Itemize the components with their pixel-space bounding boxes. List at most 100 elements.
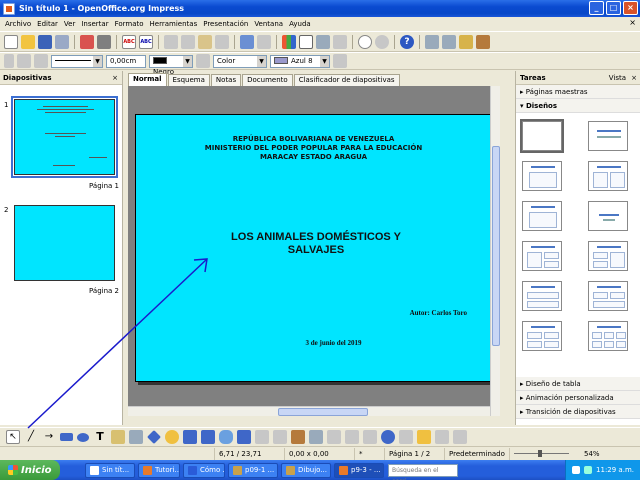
zoom-icon[interactable] bbox=[375, 34, 389, 49]
navigator-icon[interactable] bbox=[333, 34, 347, 49]
layout-six-objects[interactable] bbox=[588, 321, 628, 351]
basic-shapes-icon[interactable] bbox=[147, 430, 161, 444]
new-icon[interactable] bbox=[4, 34, 18, 49]
arrow-icon[interactable]: → bbox=[42, 430, 56, 444]
spellcheck-icon[interactable]: ABC bbox=[122, 34, 136, 49]
tab-documento[interactable]: Documento bbox=[242, 74, 293, 86]
slide-icon[interactable] bbox=[425, 34, 439, 49]
layout-title-object[interactable] bbox=[522, 201, 562, 231]
block-arrows-icon[interactable] bbox=[183, 430, 197, 444]
title-textbox[interactable]: LOS ANIMALES DOMÉSTICOS Y SALVAJES bbox=[226, 231, 406, 257]
layout-title-content[interactable] bbox=[522, 161, 562, 191]
menu-ver[interactable]: Ver bbox=[61, 20, 78, 28]
table-icon[interactable] bbox=[299, 34, 313, 49]
volume-icon[interactable] bbox=[584, 466, 593, 474]
effects-icon[interactable] bbox=[399, 430, 413, 444]
animation-icon[interactable] bbox=[453, 430, 467, 444]
email-icon[interactable] bbox=[55, 34, 69, 49]
open-icon[interactable] bbox=[21, 34, 35, 49]
menu-formato[interactable]: Formato bbox=[112, 20, 147, 28]
line-style-select[interactable]: ▼ bbox=[51, 54, 103, 68]
menu-herramientas[interactable]: Herramientas bbox=[147, 20, 201, 28]
layout-four-objects[interactable] bbox=[522, 321, 562, 351]
author-textbox[interactable]: Autor: Carlos Toro bbox=[410, 309, 467, 317]
styles-icon[interactable] bbox=[4, 54, 14, 68]
layout-title-two-columns[interactable] bbox=[588, 161, 628, 191]
chart-icon[interactable] bbox=[282, 34, 296, 49]
taskbar-item[interactable]: Sin tít... bbox=[85, 462, 135, 478]
callouts-icon[interactable] bbox=[219, 430, 233, 444]
vertical-scrollbar[interactable] bbox=[490, 86, 500, 416]
points-icon[interactable] bbox=[255, 430, 269, 444]
master-view-icon[interactable] bbox=[476, 34, 490, 49]
menu-editar[interactable]: Editar bbox=[34, 20, 61, 28]
horizontal-scrollbar[interactable] bbox=[128, 406, 490, 416]
stars-icon[interactable] bbox=[237, 430, 251, 444]
slide-design-icon[interactable] bbox=[442, 34, 456, 49]
taskbar-item[interactable]: Tutori... bbox=[138, 462, 180, 478]
minimize-button[interactable]: _ bbox=[589, 1, 604, 15]
close-button[interactable]: × bbox=[623, 1, 638, 15]
section-layouts[interactable]: ▾ Diseños bbox=[516, 99, 640, 113]
tab-clasificador[interactable]: Clasificador de diapositivas bbox=[293, 74, 400, 86]
select-icon[interactable]: ↖ bbox=[6, 430, 20, 444]
arrow-style-icon[interactable] bbox=[34, 54, 48, 68]
glue-points-icon[interactable] bbox=[435, 430, 449, 444]
flowchart-icon[interactable] bbox=[201, 430, 215, 444]
tab-esquema[interactable]: Esquema bbox=[167, 74, 210, 86]
zoom-level[interactable]: 54% bbox=[580, 448, 604, 460]
print-icon[interactable] bbox=[97, 34, 111, 49]
area-icon[interactable] bbox=[196, 54, 210, 68]
extrusion-icon[interactable] bbox=[381, 430, 395, 444]
ellipse-icon[interactable] bbox=[77, 432, 89, 442]
line-width-field[interactable]: 0,00cm bbox=[106, 54, 146, 68]
tab-notas[interactable]: Notas bbox=[210, 74, 242, 86]
taskbar-item[interactable]: Cómo ... bbox=[183, 462, 225, 478]
layout-title-content-below[interactable] bbox=[522, 281, 562, 311]
help-icon[interactable]: ? bbox=[400, 34, 414, 49]
symbol-shapes-icon[interactable] bbox=[165, 430, 179, 444]
menu-archivo[interactable]: Archivo bbox=[2, 20, 34, 28]
close-document-icon[interactable]: × bbox=[629, 18, 636, 27]
area-type-select[interactable]: Color ▼ bbox=[213, 54, 267, 68]
copy-icon[interactable] bbox=[181, 34, 195, 49]
arrange-icon[interactable] bbox=[363, 430, 377, 444]
redo-icon[interactable] bbox=[257, 34, 271, 49]
cut-icon[interactable] bbox=[164, 34, 178, 49]
export-pdf-icon[interactable] bbox=[80, 34, 94, 49]
format-paintbrush-icon[interactable] bbox=[215, 34, 229, 49]
gallery-icon[interactable] bbox=[309, 430, 323, 444]
line-icon[interactable]: ╱ bbox=[24, 430, 38, 444]
taskbar-item[interactable]: p09-1 ... bbox=[228, 462, 278, 478]
institution-textbox[interactable]: REPÚBLICA BOLIVARIANA DE VENEZUELA MINIS… bbox=[136, 135, 491, 162]
slide-canvas[interactable]: REPÚBLICA BOLIVARIANA DE VENEZUELA MINIS… bbox=[135, 114, 492, 382]
slide-show-icon[interactable] bbox=[459, 34, 473, 49]
menu-presentacion[interactable]: Presentación bbox=[200, 20, 251, 28]
slide-thumbnail-1[interactable] bbox=[11, 96, 118, 178]
view-menu[interactable]: Vista bbox=[609, 71, 626, 85]
zoom-slider[interactable] bbox=[510, 448, 580, 460]
undo-icon[interactable] bbox=[240, 34, 254, 49]
area-color-select[interactable]: Azul 8 ▼ bbox=[270, 54, 330, 68]
from-file-icon[interactable] bbox=[291, 430, 305, 444]
menu-ayuda[interactable]: Ayuda bbox=[286, 20, 314, 28]
alignment-icon[interactable] bbox=[345, 430, 359, 444]
start-button[interactable]: Inicio bbox=[0, 460, 60, 480]
autospellcheck-icon[interactable]: ABC bbox=[139, 34, 153, 49]
rotate-icon[interactable] bbox=[327, 430, 341, 444]
tab-normal[interactable]: Normal bbox=[128, 73, 167, 86]
draw-functions-icon[interactable] bbox=[358, 34, 372, 49]
scrollbar-thumb[interactable] bbox=[492, 146, 500, 346]
layout-title-split-bottom[interactable] bbox=[588, 281, 628, 311]
date-textbox[interactable]: 3 de junio del 2019 bbox=[156, 339, 511, 347]
layout-title-three-blocks[interactable] bbox=[522, 241, 562, 271]
close-panel-icon[interactable]: × bbox=[112, 71, 118, 85]
paste-icon[interactable] bbox=[198, 34, 212, 49]
line-icon[interactable] bbox=[17, 54, 31, 68]
desktop-search-input[interactable]: Búsqueda en el escri bbox=[388, 463, 458, 480]
menu-ventana[interactable]: Ventana bbox=[251, 20, 286, 28]
taskbar-item-active[interactable]: p9-3 - ... bbox=[334, 462, 384, 478]
section-custom-animation[interactable]: ▸ Animación personalizada bbox=[516, 391, 640, 405]
fontwork-icon[interactable] bbox=[273, 430, 287, 444]
connector-icon[interactable] bbox=[129, 430, 143, 444]
